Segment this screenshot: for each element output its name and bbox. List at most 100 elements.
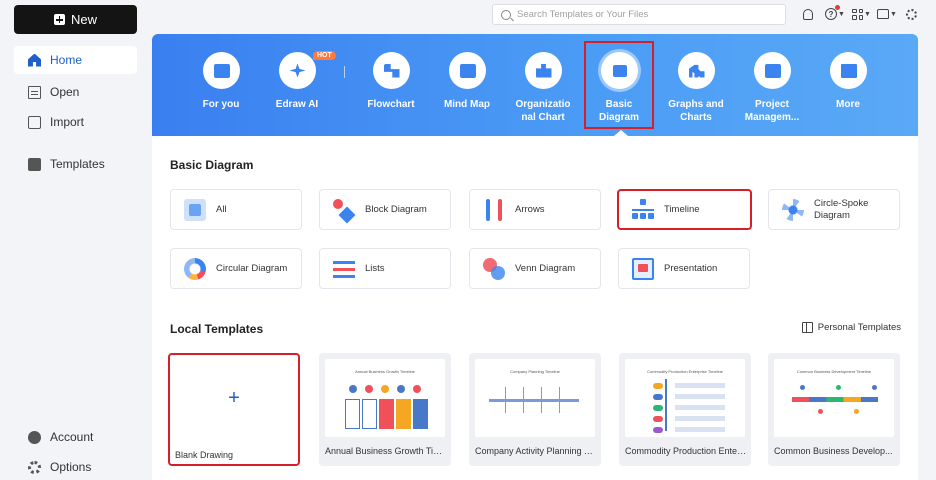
selected-pointer [614, 130, 628, 136]
project-icon [754, 52, 791, 89]
apps-grid-icon [852, 8, 863, 20]
diagram-type-lists[interactable]: Lists [319, 248, 451, 289]
diagram-type-label: Timeline [664, 203, 700, 215]
diagram-type-timeline[interactable]: Timeline [617, 189, 752, 230]
template-blank-drawing[interactable]: + Blank Drawing [168, 353, 300, 466]
plus-icon [53, 14, 65, 25]
sidebar-item-home[interactable]: Home [14, 46, 137, 74]
template-caption: Annual Business Growth Time... [325, 446, 447, 456]
search-input[interactable] [517, 9, 767, 20]
diagram-type-all[interactable]: All [170, 189, 302, 230]
template-caption: Blank Drawing [175, 450, 234, 460]
category-more[interactable]: More [811, 34, 885, 136]
category-label: Edraw AI [275, 99, 319, 110]
template-caption: Company Activity Planning Ti... [475, 446, 597, 456]
home-icon [28, 53, 41, 67]
hot-badge: HOT [313, 51, 336, 60]
diagram-type-label: Arrows [515, 203, 545, 215]
diagram-type-arrows[interactable]: Arrows [469, 189, 601, 230]
diagram-type-circle-spoke[interactable]: Circle-Spoke Diagram [768, 189, 900, 230]
diagram-type-label: All [216, 203, 227, 215]
template-card[interactable]: Common Business Development Timeline Com… [768, 353, 900, 466]
category-org-chart[interactable]: Organizatio nal Chart [506, 34, 580, 136]
sidebar-item-label: Open [50, 85, 80, 99]
shirt-icon [877, 9, 889, 19]
apps-button[interactable]: ▼ [852, 6, 871, 22]
for-you-icon [203, 52, 240, 89]
notification-button[interactable] [803, 6, 813, 22]
sidebar-item-templates[interactable]: Templates [14, 150, 137, 178]
category-project-management[interactable]: Project Managem... [735, 34, 809, 136]
template-card[interactable]: Commodity Production Enterprise Timeline… [619, 353, 751, 466]
template-preview: Company Planning Timeline [475, 359, 595, 437]
template-preview: Commodity Production Enterprise Timeline [625, 359, 745, 437]
diagram-type-venn[interactable]: Venn Diagram [469, 248, 601, 289]
category-label: Project Managem... [744, 99, 800, 123]
mind-map-icon [449, 52, 486, 89]
template-caption: Commodity Production Enter... [625, 446, 747, 456]
preview-markers [349, 385, 357, 393]
diagram-type-label: Block Diagram [365, 203, 427, 215]
gear-icon [28, 460, 41, 474]
presentation-icon [632, 257, 654, 280]
preview-title: Commodity Production Enterprise Timeline [647, 369, 723, 374]
preview-rows [675, 383, 725, 388]
sidebar-item-options[interactable]: Options [14, 453, 137, 480]
category-graphs-charts[interactable]: Graphs and Charts [659, 34, 733, 136]
category-for-you[interactable]: For you [184, 34, 258, 136]
personal-templates-link[interactable]: Personal Templates [801, 322, 901, 333]
category-edraw-ai[interactable]: Edraw AI [260, 34, 334, 136]
sidebar-item-open[interactable]: Open [14, 78, 137, 106]
bar-chart-icon [678, 52, 715, 89]
circle-spoke-icon [782, 198, 804, 221]
block-diagram-icon [333, 198, 355, 221]
sidebar-item-label: Templates [50, 157, 105, 171]
category-banner: For you Edraw AI HOT Flowchart Mind Map … [152, 34, 918, 136]
category-mind-map[interactable]: Mind Map [430, 34, 504, 136]
template-card[interactable]: Company Planning Timeline Company Activi… [469, 353, 601, 466]
preview-boxes [345, 399, 360, 429]
preview-title: Common Business Development Timeline [796, 369, 872, 374]
settings-button[interactable] [906, 6, 917, 22]
help-button[interactable]: ? ▼ [825, 5, 845, 22]
diagram-type-label: Circle-Spoke Diagram [814, 197, 869, 221]
preview-markers [800, 385, 805, 390]
category-label: For you [202, 99, 240, 110]
layout-icon [801, 322, 813, 333]
sidebar-item-account[interactable]: Account [14, 423, 137, 451]
diagram-type-presentation[interactable]: Presentation [618, 248, 750, 289]
sidebar-item-label: Home [50, 53, 83, 67]
theme-button[interactable]: ▼ [877, 6, 897, 22]
templates-icon [28, 157, 41, 171]
category-label: Mind Map [443, 99, 491, 110]
notification-dot [835, 5, 840, 10]
diagram-type-label: Venn Diagram [515, 262, 576, 274]
org-chart-icon [525, 52, 562, 89]
more-grid-icon [830, 52, 867, 89]
selection-highlight [584, 41, 654, 129]
lists-icon [333, 257, 355, 280]
search-bar[interactable] [492, 4, 786, 25]
preview-title: Company Planning Timeline [510, 369, 560, 374]
search-icon [501, 9, 511, 20]
sidebar-item-import[interactable]: Import [14, 108, 137, 136]
category-label: Organizatio nal Chart [515, 99, 571, 123]
template-preview: Common Business Development Timeline [774, 359, 894, 437]
diagram-type-block[interactable]: Block Diagram [319, 189, 451, 230]
diagram-type-circular[interactable]: Circular Diagram [170, 248, 302, 289]
category-label: Graphs and Charts [668, 99, 724, 123]
preview-spine [665, 379, 667, 431]
template-card[interactable]: Annual Business Growth Timeline Annual B… [319, 353, 451, 466]
new-button[interactable]: New [14, 5, 137, 34]
category-label: More [836, 99, 860, 110]
category-flowchart[interactable]: Flowchart [354, 34, 428, 136]
sidebar-item-label: Options [50, 460, 92, 474]
sidebar: New Home Open Import Templates Account O… [0, 0, 152, 480]
preview-bar [792, 397, 878, 402]
file-icon [28, 85, 41, 99]
account-icon [28, 430, 41, 444]
arrows-icon [483, 198, 505, 221]
template-caption: Common Business Develop... [774, 446, 893, 456]
preview-ticks [505, 387, 506, 413]
preview-title: Annual Business Growth Timeline [355, 369, 415, 374]
